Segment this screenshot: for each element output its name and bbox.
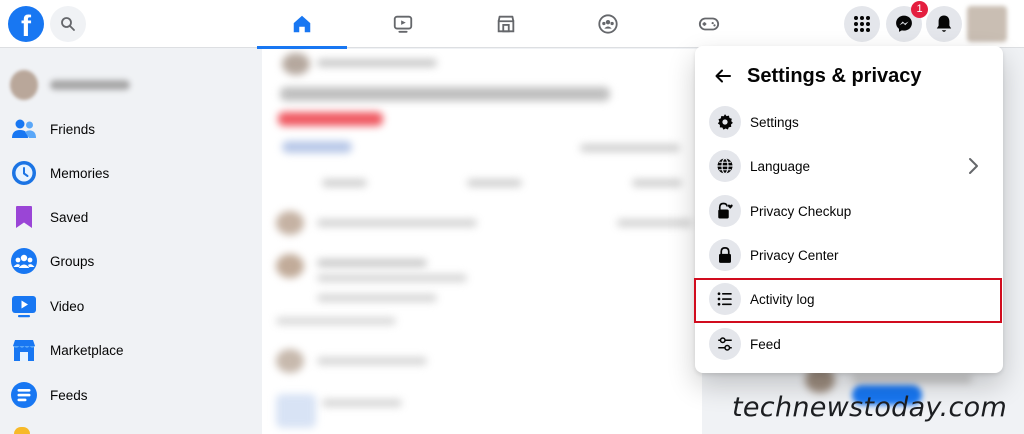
facebook-logo[interactable]: f xyxy=(8,6,44,42)
sidebar-item-marketplace[interactable]: Marketplace xyxy=(0,328,262,372)
menu-item-privacy-center[interactable]: Privacy Center xyxy=(703,235,995,275)
tab-groups[interactable] xyxy=(563,0,653,48)
lock-heart-icon xyxy=(709,195,741,227)
sidebar-item-label: Feeds xyxy=(50,387,88,403)
sidebar-item-feeds[interactable]: Feeds xyxy=(0,373,262,417)
sidebar-item-groups[interactable]: Groups xyxy=(0,239,262,283)
video-icon xyxy=(10,292,38,320)
memories-icon xyxy=(10,159,38,187)
watermark: technewstoday.com xyxy=(732,392,1008,423)
sidebar-item-label: Video xyxy=(50,298,85,314)
sidebar-item-memories[interactable]: Memories xyxy=(0,151,262,195)
gaming-tab-icon xyxy=(698,17,720,31)
menu-item-label: Settings xyxy=(750,114,799,130)
video-tab-icon xyxy=(393,15,413,33)
settings-privacy-menu: Settings & privacy Settings Language Pri… xyxy=(695,46,1003,373)
messenger-unread-badge: 1 xyxy=(911,1,928,18)
sidebar-item-label: Groups xyxy=(50,253,95,269)
menu-item-feed[interactable]: Feed xyxy=(703,324,995,364)
menu-title: Settings & privacy xyxy=(747,65,922,87)
sidebar-item-profile[interactable] xyxy=(0,63,262,107)
tab-marketplace[interactable] xyxy=(461,0,551,48)
menu-header: Settings & privacy xyxy=(695,54,1003,98)
sidebar-item-label: Friends xyxy=(50,121,96,137)
marketplace-icon xyxy=(10,336,38,364)
chevron-right-icon xyxy=(961,154,985,178)
menu-item-language[interactable]: Language xyxy=(703,146,995,186)
sidebar-item-label: Saved xyxy=(50,209,89,225)
sidebar-item-saved[interactable]: Saved xyxy=(0,195,262,239)
messenger-button[interactable]: 1 xyxy=(886,1,928,42)
search-icon xyxy=(61,17,75,31)
blurred-profile-name xyxy=(50,80,130,90)
tab-home[interactable] xyxy=(257,0,347,49)
arrow-left-icon xyxy=(715,69,731,83)
menu-item-activity-log[interactable]: Activity log xyxy=(703,279,995,319)
profile-avatar xyxy=(10,70,38,100)
tab-gaming[interactable] xyxy=(664,0,754,48)
menu-item-settings[interactable]: Settings xyxy=(703,102,995,142)
list-icon xyxy=(709,283,741,315)
feeds-icon xyxy=(10,381,38,409)
home-icon xyxy=(293,15,311,33)
menu-item-label: Activity log xyxy=(750,291,815,307)
sidebar-item-label: Marketplace xyxy=(50,342,124,358)
notifications-button[interactable] xyxy=(926,6,962,42)
lock-icon xyxy=(709,239,741,271)
marketplace-tab-icon xyxy=(497,15,515,33)
menu-item-label: Language xyxy=(750,158,811,174)
grid-menu-icon xyxy=(854,16,870,32)
news-feed-blurred xyxy=(262,49,702,434)
sidebar-item-friends[interactable]: Friends xyxy=(0,107,262,151)
sidebar-item-video[interactable]: Video xyxy=(0,284,262,328)
friends-icon xyxy=(10,115,38,143)
left-sidebar: Friends Memories Saved Groups Video Mark… xyxy=(0,49,262,434)
menu-item-label: Feed xyxy=(750,336,781,352)
tab-video[interactable] xyxy=(358,0,448,48)
messenger-icon xyxy=(896,15,912,32)
sidebar-item-partial xyxy=(14,427,30,434)
saved-icon xyxy=(10,203,38,231)
top-navigation-bar: f 1 xyxy=(0,0,1024,49)
menu-button[interactable] xyxy=(844,6,880,42)
sliders-icon xyxy=(709,328,741,360)
sidebar-item-label: Memories xyxy=(50,165,110,181)
bell-icon xyxy=(936,15,952,32)
menu-item-label: Privacy Center xyxy=(750,247,839,263)
logo-letter: f xyxy=(21,10,31,42)
menu-item-privacy-checkup[interactable]: Privacy Checkup xyxy=(703,191,995,231)
globe-icon xyxy=(709,150,741,182)
back-button[interactable] xyxy=(709,62,737,90)
menu-item-label: Privacy Checkup xyxy=(750,203,852,219)
gear-icon xyxy=(709,106,741,138)
search-button[interactable] xyxy=(50,6,86,42)
groups-tab-icon xyxy=(598,14,618,34)
groups-icon xyxy=(10,247,38,275)
account-avatar[interactable] xyxy=(967,6,1007,42)
